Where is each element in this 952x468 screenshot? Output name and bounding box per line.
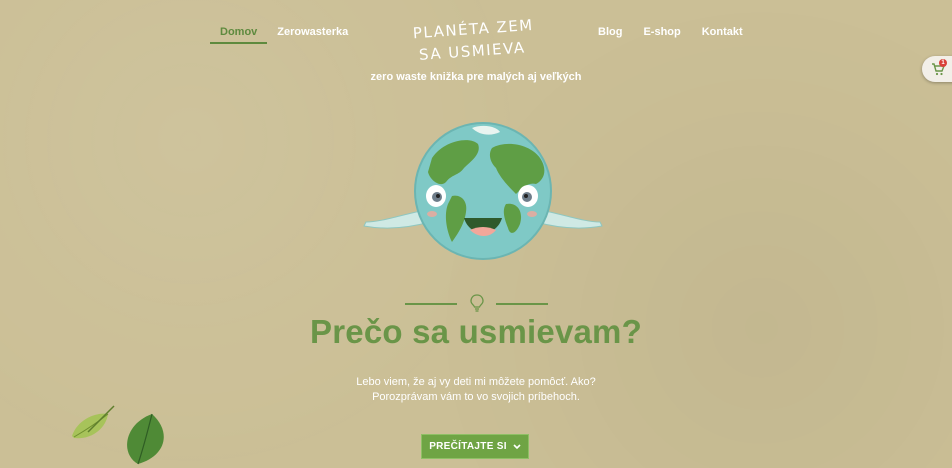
leaves-decoration — [72, 405, 164, 465]
divider-line-left — [405, 303, 457, 305]
smiling-earth-icon — [360, 118, 606, 264]
chevron-down-icon — [513, 443, 521, 449]
lightbulb-icon — [470, 294, 484, 312]
hero-text-line-1: Lebo viem, že aj vy deti mi môžete pomôc… — [356, 376, 596, 388]
main-nav-right: Blog E-shop Kontakt — [598, 22, 764, 42]
hero-title: Prečo sa usmievam? — [310, 313, 642, 350]
nav-eshop[interactable]: E-shop — [643, 26, 680, 38]
cart-count-badge: 1 — [939, 59, 947, 67]
hero-text: Lebo viem, že aj vy deti mi môžete pomôc… — [0, 375, 952, 405]
site-logo[interactable]: PLANÉTA ZEM SA USMIEVA — [405, 12, 545, 64]
divider-line-right — [496, 303, 548, 305]
read-more-label: PREČÍTAJTE SI — [429, 441, 507, 452]
nav-zerowasterka[interactable]: Zerowasterka — [277, 26, 348, 38]
tagline: zero waste knižka pre malých aj veľkých — [370, 71, 582, 83]
nav-kontakt[interactable]: Kontakt — [702, 26, 743, 38]
section-divider — [0, 294, 952, 312]
read-more-button[interactable]: PREČÍTAJTE SI — [421, 434, 529, 459]
main-nav-left: Domov Zerowasterka — [209, 22, 368, 44]
nav-blog[interactable]: Blog — [598, 26, 622, 38]
cart-button[interactable]: 1 — [922, 56, 952, 82]
nav-domov[interactable]: Domov — [209, 26, 268, 44]
hero-text-line-2: Porozprávam vám to vo svojich príbehoch. — [372, 391, 580, 403]
svg-text:SA USMIEVA: SA USMIEVA — [418, 38, 526, 62]
